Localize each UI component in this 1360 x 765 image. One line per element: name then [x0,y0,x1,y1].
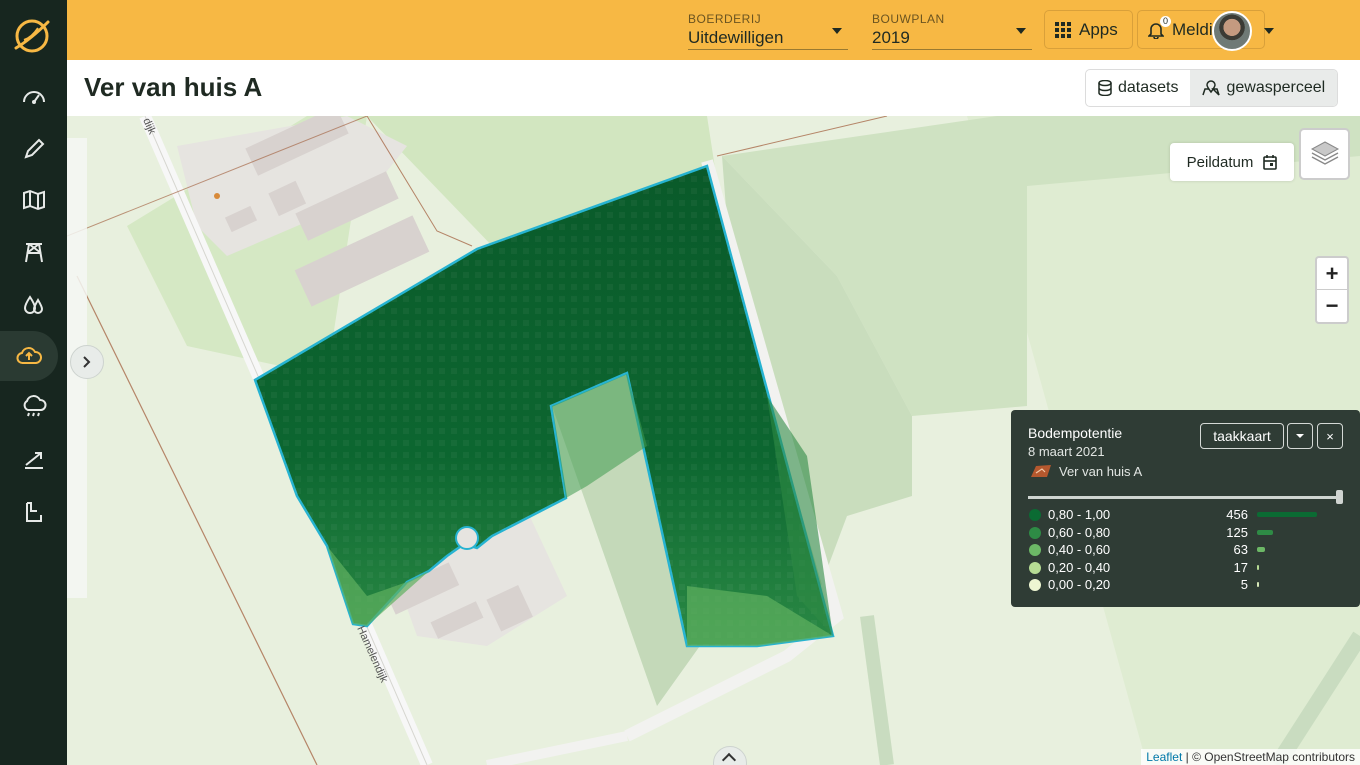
legend-range: 0,40 - 0,60 [1048,542,1111,557]
bouwplan-select[interactable]: BOUWPLAN 2019 [872,10,1032,50]
trend-icon [24,452,43,469]
zoom-control: + − [1315,256,1349,324]
map[interactable]: Hamelendijk dijk Peildatum + − Leaflet |… [67,116,1360,765]
legend-title: Bodempotentie [1028,425,1123,441]
chevron-right-icon [83,356,91,368]
sidebar-item-water[interactable] [0,279,67,329]
logo-icon[interactable] [10,14,54,58]
legend-row: 0,00 - 0,20 5 [1028,577,1348,593]
map-icon [22,189,45,211]
zoom-in-button[interactable]: + [1317,258,1347,290]
legend-range: 0,00 - 0,20 [1048,577,1111,592]
legend-range: 0,20 - 0,40 [1048,559,1111,575]
legend-range: 0,80 - 1,00 [1048,507,1111,522]
app-root: BOERDERIJ Uitdewilligen BOUWPLAN 2019 Ap… [0,0,1360,765]
legend-row: 0,60 - 0,80 125 [1028,525,1348,541]
slider-handle[interactable] [1336,490,1343,504]
sidebar-item-tower[interactable] [0,227,67,277]
database-icon [1098,80,1112,96]
bouwplan-value: 2019 [872,28,910,47]
legend-bar [1257,564,1260,570]
bouwplan-label: BOUWPLAN [872,12,945,26]
zoom-out-button[interactable]: − [1317,290,1347,322]
boerderij-value: Uitdewilligen [688,28,784,47]
boerderij-select[interactable]: BOERDERIJ Uitdewilligen [688,10,848,50]
legend-field: Ver van huis A [1059,464,1143,479]
sidebar-item-report[interactable] [0,487,67,537]
chevron-down-icon [1016,28,1026,34]
legend-swatch [1029,544,1041,556]
legend-range: 0,60 - 0,80 [1048,524,1111,540]
chevron-down-icon [832,28,842,34]
layers-icon [1310,141,1339,165]
map-attribution: Leaflet | © OpenStreetMap contributors [1141,749,1360,765]
drops-icon [23,295,43,314]
leaflet-link[interactable]: Leaflet [1146,750,1182,764]
legend-bar [1257,547,1266,552]
legend-swatch [1029,526,1041,539]
rain-cloud-icon [23,395,47,417]
opacity-slider[interactable] [1028,490,1343,504]
view-toggle: datasets gewasperceel [1085,69,1339,107]
legend-bar [1257,512,1317,517]
layers-button[interactable] [1299,128,1350,180]
gewasperceel-label: gewasperceel [1226,79,1326,96]
sidebar-item-weather[interactable] [0,383,67,433]
page-title: Ver van huis A [84,72,263,102]
legend-count: 125 [1226,524,1248,540]
sidebar [0,0,67,765]
sidebar-item-dashboard[interactable] [0,72,67,122]
expand-panel-button[interactable] [70,345,104,379]
datasets-button[interactable]: datasets [1086,70,1190,106]
peildatum-button[interactable]: Peildatum [1170,143,1294,181]
sidebar-item-upload[interactable] [0,331,58,381]
apps-label: Apps [1079,19,1118,39]
boerderij-label: BOERDERIJ [688,12,762,26]
legend-panel: Bodempotentie 8 maart 2021 Ver van huis … [1011,410,1360,607]
field-icon [1031,465,1051,477]
caret-down-icon [1296,434,1304,438]
title-bar: Ver van huis A datasets gewasperceel [67,60,1360,116]
topbar: BOERDERIJ Uitdewilligen BOUWPLAN 2019 Ap… [67,0,1360,60]
dashboard-icon [22,91,45,104]
legend-row: 0,80 - 1,00 456 [1028,507,1348,523]
chevron-down-icon[interactable] [1264,28,1274,34]
calendar-icon [1263,154,1278,170]
gewasperceel-button[interactable]: gewasperceel [1190,70,1338,106]
sidebar-item-trend[interactable] [0,435,67,485]
legend-options-button[interactable] [1287,423,1313,449]
attribution-text: | © OpenStreetMap contributors [1185,750,1355,764]
field-location-icon [1202,80,1221,96]
avatar[interactable] [1212,11,1252,51]
datasets-label: datasets [1118,79,1179,96]
legend-count: 456 [1226,507,1248,522]
apps-button[interactable]: Apps [1044,10,1133,49]
taakkaart-button[interactable]: taakkaart [1200,423,1284,449]
legend-swatch [1029,579,1041,591]
chevron-up-icon [721,752,737,765]
tower-icon [24,243,43,263]
legend-count: 17 [1233,559,1248,575]
legend-bar [1257,582,1259,587]
legend-date: 8 maart 2021 [1028,444,1105,459]
legend-row: 0,20 - 0,40 17 [1028,560,1348,576]
report-icon [25,502,42,522]
peildatum-label: Peildatum [1186,153,1254,171]
legend-swatch [1029,561,1041,574]
legend-close-button[interactable]: × [1317,423,1343,449]
notifications-badge: 0 [1160,16,1171,27]
grid-icon [1055,21,1071,38]
legend-swatch [1029,509,1041,521]
legend-row: 0,40 - 0,60 63 [1028,542,1348,558]
legend-count: 5 [1240,577,1248,592]
sidebar-item-edit[interactable] [0,124,67,174]
legend-count: 63 [1233,542,1248,557]
cloud-upload-icon [16,347,42,364]
sidebar-item-map[interactable] [0,175,67,225]
legend-bar [1257,529,1274,535]
pencil-icon [23,138,44,159]
